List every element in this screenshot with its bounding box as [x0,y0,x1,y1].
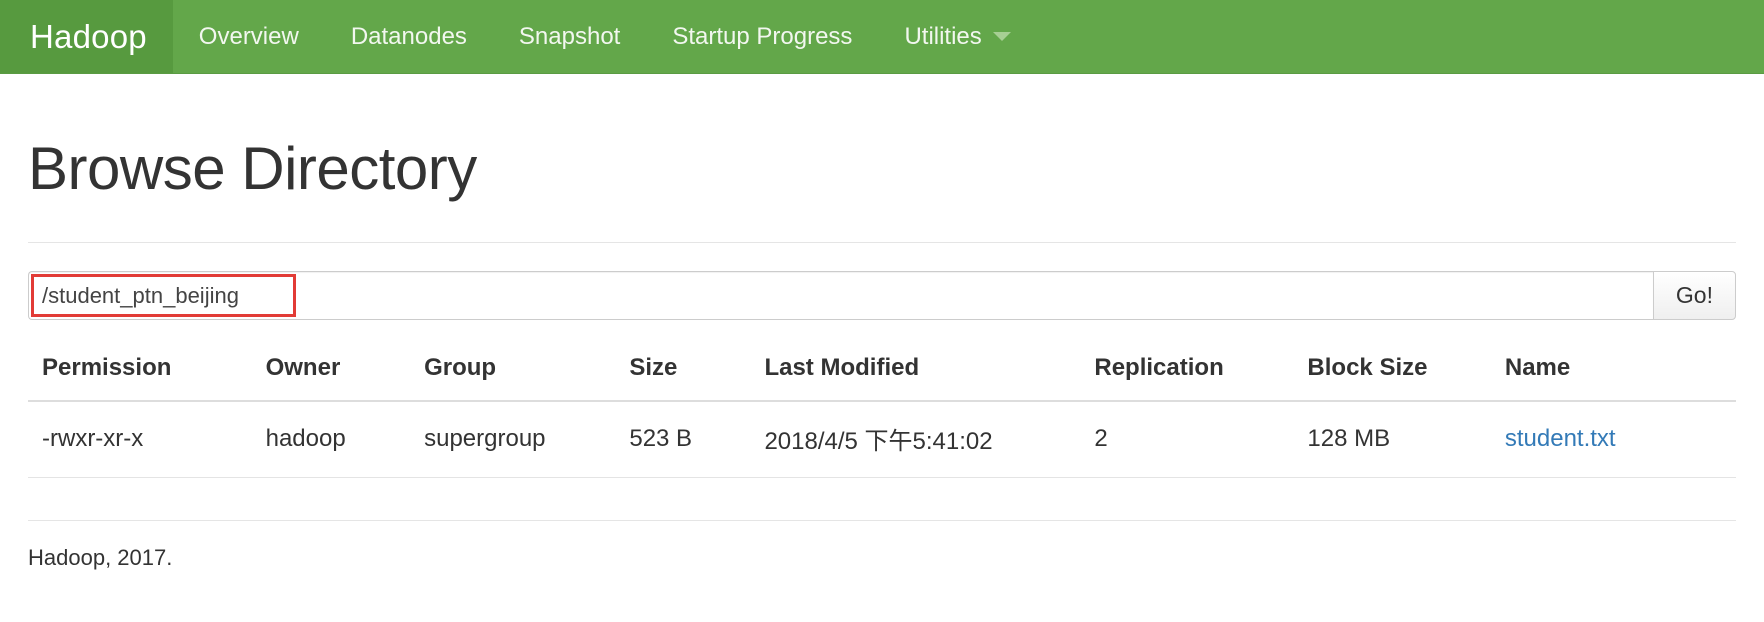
chevron-down-icon [992,32,1011,41]
column-header-group[interactable]: Group [414,342,620,402]
cell-replication: 2 [1084,401,1298,478]
nav-item-label: Overview [198,22,299,50]
nav-item-datanodes[interactable]: Datanodes [325,0,493,73]
nav-item-overview[interactable]: Overview [173,0,325,73]
cell-block-size: 128 MB [1297,401,1495,478]
table-header: Permission Owner Group Size Last Modifie… [28,342,1736,402]
cell-owner: hadoop [255,401,415,478]
column-header-block-size[interactable]: Block Size [1297,342,1495,402]
path-input-group: Go! [28,271,1736,320]
cell-permission: -rwxr-xr-x [28,401,256,478]
nav-list: Overview Datanodes Snapshot Startup Prog… [173,0,1037,73]
nav-item-label: Startup Progress [672,22,853,50]
cell-group: supergroup [414,401,620,478]
page-title: Browse Directory [28,135,477,202]
cell-size: 523 B [619,401,755,478]
column-header-last-modified[interactable]: Last Modified [754,342,1085,402]
cell-name: student.txt [1494,401,1736,478]
nav-item-startup-progress[interactable]: Startup Progress [646,0,878,73]
table-row: -rwxr-xr-x hadoop supergroup 523 B 2018/… [28,401,1736,478]
page-footer: Hadoop, 2017. [28,520,1736,571]
column-header-size[interactable]: Size [619,342,755,402]
top-navbar: Hadoop Overview Datanodes Snapshot Start… [0,0,1764,74]
nav-item-label: Datanodes [350,22,467,50]
main-container: Browse Directory Go! Permission Owner Gr… [0,74,1764,571]
nav-item-utilities[interactable]: Utilities [878,0,1036,73]
column-header-replication[interactable]: Replication [1084,342,1298,402]
nav-item-snapshot[interactable]: Snapshot [493,0,646,73]
brand-hadoop[interactable]: Hadoop [0,0,173,73]
nav-item-label: Snapshot [518,22,621,50]
cell-last-modified: 2018/4/5 下午5:41:02 [754,401,1085,478]
directory-listing-table: Permission Owner Group Size Last Modifie… [28,342,1736,478]
nav-item-label: Utilities [904,22,982,50]
column-header-owner[interactable]: Owner [255,342,415,402]
table-header-row: Permission Owner Group Size Last Modifie… [28,342,1736,402]
table-body: -rwxr-xr-x hadoop supergroup 523 B 2018/… [28,401,1736,478]
directory-path-input[interactable] [28,271,1653,320]
column-header-permission[interactable]: Permission [28,342,256,402]
go-button[interactable]: Go! [1652,271,1736,320]
file-link-student-txt[interactable]: student.txt [1505,425,1616,452]
title-divider [28,242,1736,243]
column-header-name[interactable]: Name [1494,342,1736,402]
